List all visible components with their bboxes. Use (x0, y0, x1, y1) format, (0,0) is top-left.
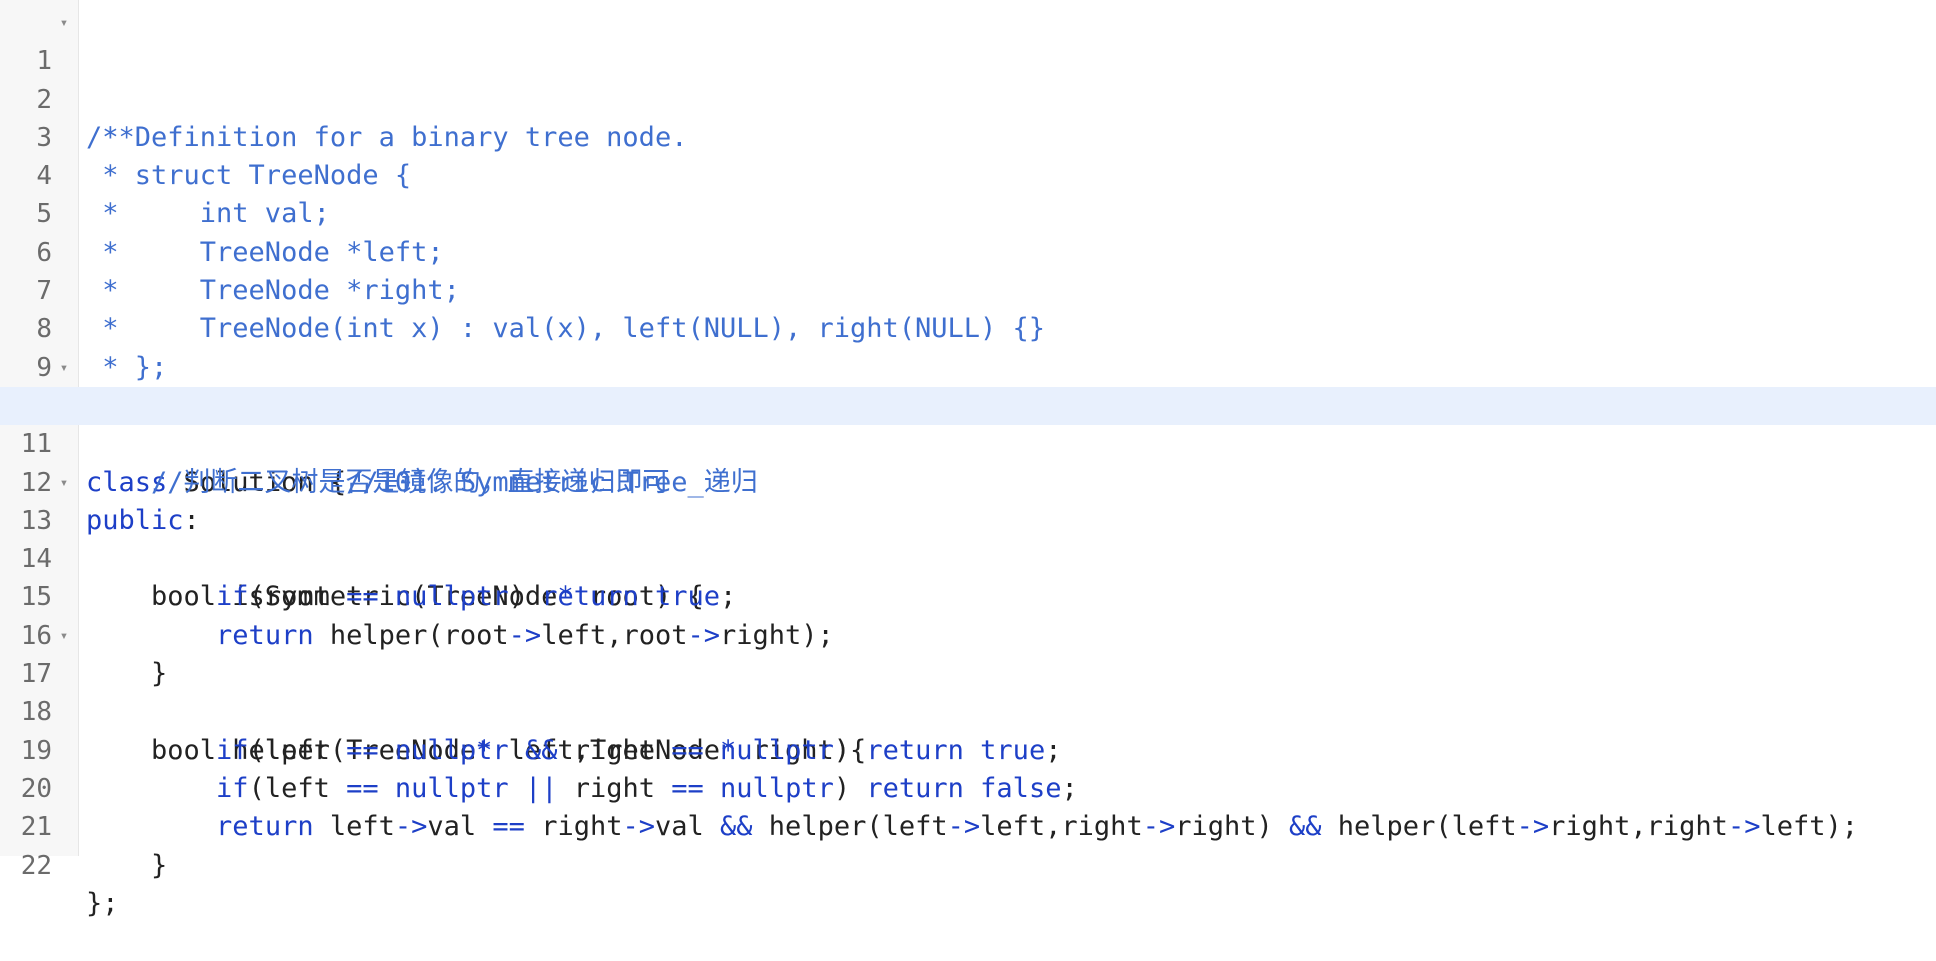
code-line-2[interactable]: 2 * Definition for a binary tree node. (0, 42, 1936, 153)
code-line-11-active[interactable]: 11 //判断二叉树是否是镜像的，直接递归即可 (0, 386, 1936, 498)
code-line-8[interactable]: 8 * }; (0, 272, 1936, 382)
code-line-5[interactable]: 5 * TreeNode *left; (0, 157, 1936, 267)
code-line-1[interactable]: 1 ▾ /** (0, 4, 1936, 153)
code-line-21[interactable]: 21 } (0, 770, 1936, 880)
code-line-3[interactable]: 3 * struct TreeNode { (0, 81, 1936, 191)
fold-toggle-icon[interactable]: ▾ (57, 4, 71, 42)
code-line-10[interactable]: 10 ▾ class Solution {//101. Symmetric Tr… (0, 349, 1936, 498)
code-line-4[interactable]: 4 * int val; (0, 119, 1936, 229)
code-line-14[interactable]: 14 if(root == nullptr) return true; (0, 502, 1936, 612)
code-line-13[interactable]: 13 ▾ bool isSymmetric(TreeNode* root) { (0, 464, 1936, 613)
fold-toggle-icon[interactable]: ▾ (57, 464, 71, 502)
code-line-22[interactable]: 22 }; (0, 808, 1936, 919)
fold-toggle-icon[interactable]: ▾ (57, 349, 71, 387)
code-line-6[interactable]: 6 * TreeNode *right; (0, 195, 1936, 306)
line-text: } (86, 849, 168, 881)
code-lines: 1 ▾ /** 2 * Definition for a binary tree… (0, 4, 1936, 919)
code-line-20[interactable]: 20 return left->val == right->val && hel… (0, 732, 1936, 842)
code-line-18[interactable]: 18 if(left == nullptr && right == nullpt… (0, 655, 1936, 765)
line-text: }; (86, 887, 119, 919)
code-editor[interactable]: 1 ▾ /** 2 * Definition for a binary tree… (0, 0, 1936, 919)
code-line-17[interactable]: 17 ▾ bool helper(TreeNode* left,TreeNode… (0, 617, 1936, 766)
code-line-19[interactable]: 19 if(left == nullptr || right == nullpt… (0, 693, 1936, 804)
code-line-15[interactable]: 15 return helper(root->left,root->right)… (0, 540, 1936, 650)
code-line-9[interactable]: 9 */ (0, 310, 1936, 421)
code-line-16[interactable]: 16 } (0, 578, 1936, 689)
code-line-12[interactable]: 12 public: (0, 425, 1936, 536)
line-number: 22 (20, 850, 52, 881)
fold-toggle-icon[interactable]: ▾ (57, 617, 71, 655)
code-line-7[interactable]: 7 * TreeNode(int x) : val(x), left(NULL)… (0, 234, 1936, 344)
